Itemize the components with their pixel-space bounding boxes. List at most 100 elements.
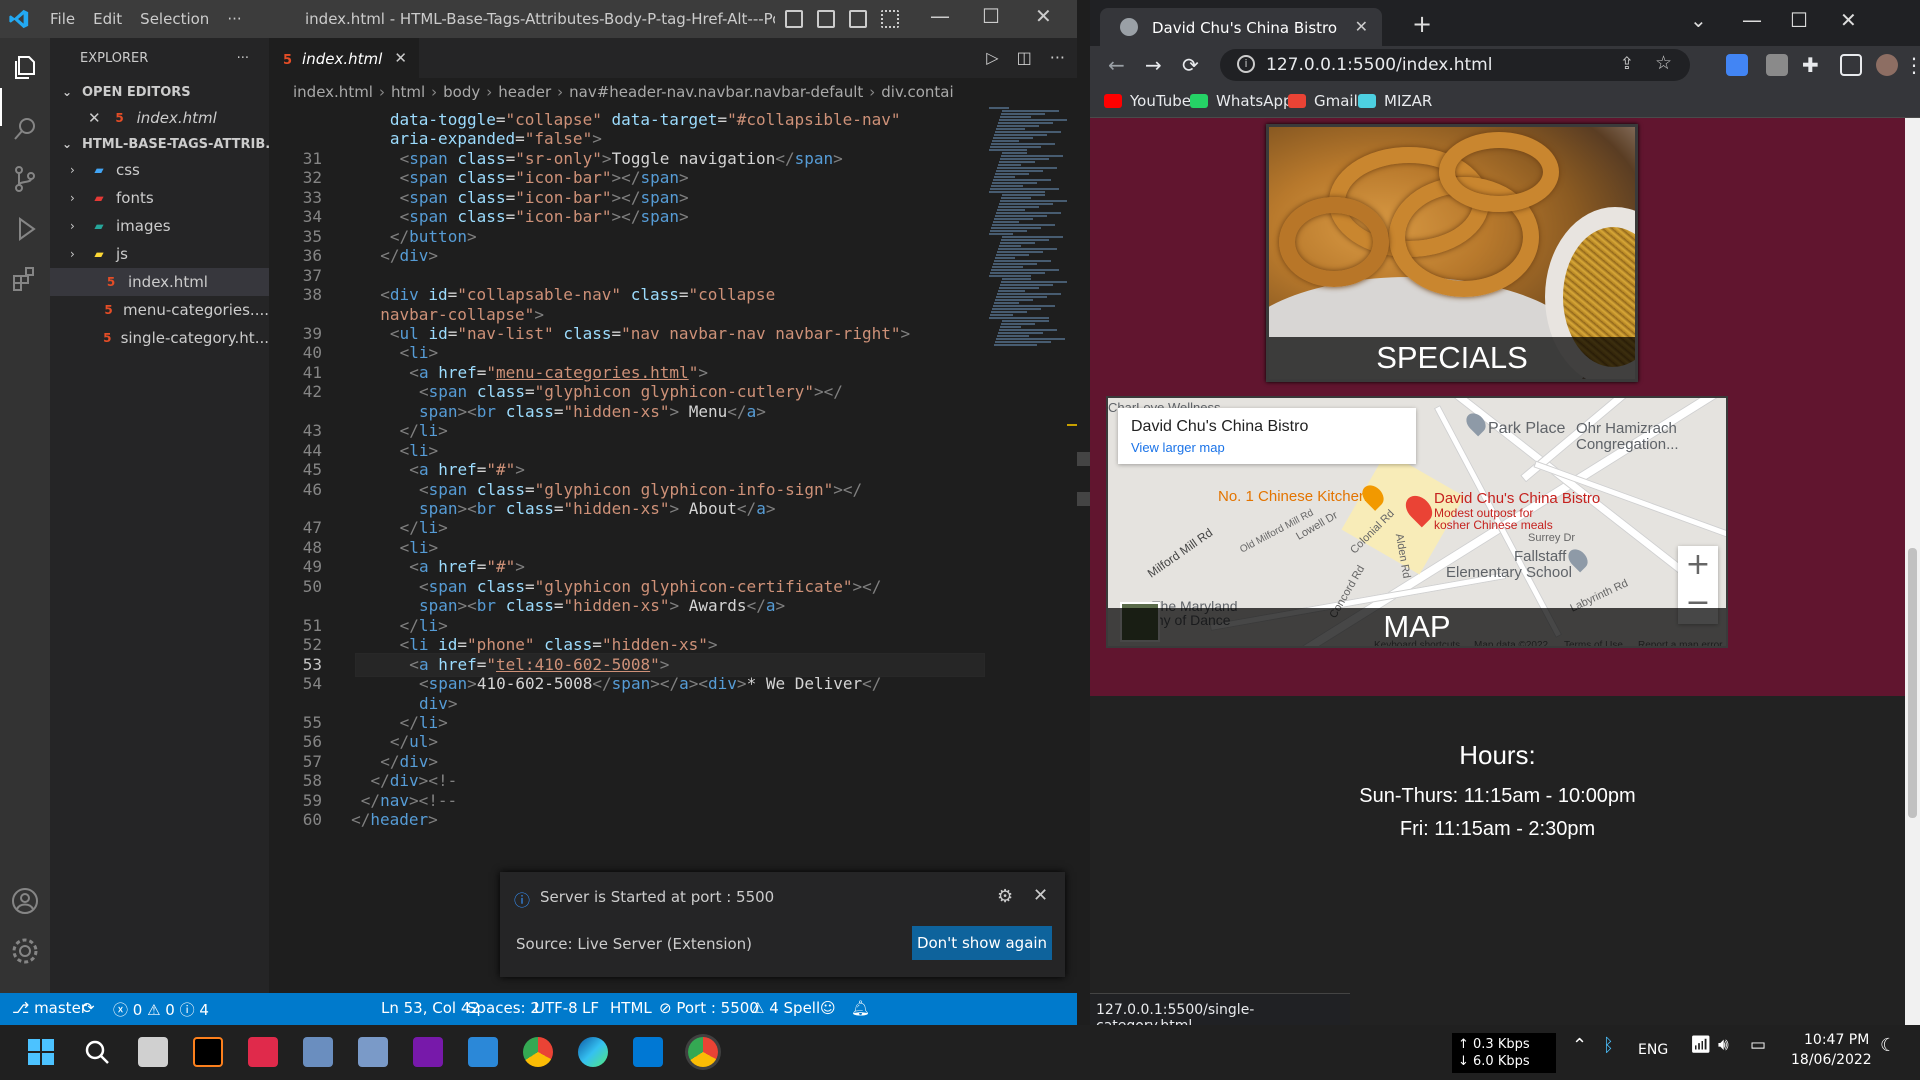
dont-show-again-button[interactable]: Don't show again	[912, 926, 1052, 960]
site-info-icon[interactable]: i	[1237, 55, 1255, 73]
bookmark-whatsapp[interactable]: WhatsApp	[1190, 92, 1293, 110]
extension-icon[interactable]	[1766, 54, 1788, 76]
minimize-icon[interactable]: —	[1742, 8, 1762, 32]
notepad-icon[interactable]	[468, 1037, 498, 1067]
code-editor[interactable]: data-toggle="collapse" data-target="#col…	[269, 106, 1077, 993]
vscode-taskbar-icon[interactable]	[633, 1037, 663, 1067]
show-hidden-icons-icon[interactable]: ⌃	[1572, 1035, 1587, 1056]
wifi-icon[interactable]: 📶︎	[1690, 1035, 1712, 1055]
onenote-icon[interactable]	[413, 1037, 443, 1067]
reload-icon[interactable]: ⟳	[1182, 53, 1199, 77]
run-debug-icon[interactable]	[10, 214, 40, 244]
extensions-puzzle-icon[interactable]: ✚	[1802, 53, 1819, 77]
maximize-icon[interactable]: ☐	[982, 4, 1000, 28]
new-tab-icon[interactable]: +	[1412, 10, 1432, 38]
search-icon[interactable]	[82, 1037, 112, 1067]
project-section[interactable]: ⌄ HTML-BASE-TAGS-ATTRIB...	[50, 132, 269, 156]
browser-tab[interactable]: David Chu's China Bistro ✕	[1100, 8, 1382, 46]
extensions-icon[interactable]	[10, 264, 40, 294]
search-icon[interactable]	[10, 114, 40, 144]
source-control-icon[interactable]	[10, 164, 40, 194]
encoding-status[interactable]: UTF-8	[534, 999, 578, 1017]
bookmark-star-icon[interactable]: ☆	[1655, 52, 1672, 74]
menu-dots-icon[interactable]: ⋮	[1904, 53, 1920, 77]
cursor-position[interactable]: Ln 53, Col 42	[381, 999, 480, 1017]
notification-center-icon[interactable]: ☾	[1880, 1035, 1896, 1056]
feedback-icon[interactable]: ☺	[820, 999, 836, 1017]
clock-time[interactable]: 10:47 PM	[1804, 1032, 1869, 1048]
minimap[interactable]	[989, 106, 1067, 406]
battery-icon[interactable]: ▭	[1750, 1035, 1766, 1055]
file-tree-item[interactable]: 5 index.html	[50, 268, 269, 296]
close-icon[interactable]: ✕	[1033, 885, 1048, 906]
open-editor-item[interactable]: ✕ 5 index.html	[50, 104, 269, 132]
menu-more[interactable]: ···	[227, 10, 241, 28]
explorer-icon[interactable]	[10, 52, 40, 82]
scrollbar-thumb[interactable]	[1908, 548, 1917, 818]
close-tab-icon[interactable]: ✕	[394, 49, 407, 67]
bookmark-mizar[interactable]: MIZAR	[1358, 92, 1432, 110]
notifications-bell-icon[interactable]: 🔔︎	[851, 999, 870, 1017]
customize-layout-icon[interactable]	[881, 10, 899, 28]
back-icon[interactable]: ←	[1108, 53, 1125, 77]
page-scrollbar[interactable]	[1905, 118, 1920, 1025]
close-window-icon[interactable]: ✕	[1840, 8, 1857, 32]
close-icon[interactable]: ✕	[88, 104, 101, 132]
language-indicator[interactable]: ENG	[1638, 1042, 1668, 1058]
side-panel-icon[interactable]	[1840, 54, 1862, 76]
forward-icon[interactable]: →	[1145, 53, 1162, 77]
minimize-icon[interactable]: —	[930, 4, 950, 28]
windows-start-icon[interactable]	[26, 1037, 56, 1067]
edge-icon[interactable]	[578, 1037, 608, 1067]
open-editors-section[interactable]: ⌄ OPEN EDITORS	[50, 80, 269, 104]
split-editor-icon[interactable]: ◫	[1017, 48, 1032, 67]
problems-status[interactable]: ⓧ 0 ⚠ 0 ⓘ 4	[113, 999, 209, 1020]
run-icon[interactable]: ▷	[986, 48, 998, 67]
breadcrumb-item[interactable]: html	[391, 83, 425, 101]
split-gutter[interactable]	[1077, 0, 1090, 1025]
close-window-icon[interactable]: ✕	[1035, 4, 1052, 28]
eol-status[interactable]: LF	[582, 999, 599, 1017]
tab-index-html[interactable]: 5 index.html ✕	[269, 38, 419, 78]
bookmark-youtube[interactable]: YouTube	[1104, 92, 1191, 110]
live-server-port[interactable]: ⊘ Port : 5500	[659, 999, 759, 1017]
menu-edit[interactable]: Edit	[93, 10, 122, 28]
specials-tile[interactable]: SPECIALS	[1266, 124, 1638, 382]
view-larger-map-link[interactable]: View larger map	[1131, 440, 1225, 455]
file-tree-item[interactable]: › ▰ fonts	[50, 184, 269, 212]
google-translate-icon[interactable]	[1726, 54, 1748, 76]
language-status[interactable]: HTML	[610, 999, 652, 1017]
bookmark-gmail[interactable]: Gmail	[1288, 92, 1358, 110]
remote-desktop-icon[interactable]	[358, 1037, 388, 1067]
breadcrumb-item[interactable]: body	[443, 83, 480, 101]
branch-status[interactable]: ⎇ master	[12, 999, 87, 1017]
breadcrumb-item[interactable]: index.html	[293, 83, 373, 101]
more-actions-icon[interactable]: ···	[1050, 48, 1065, 67]
accounts-icon[interactable]	[10, 886, 40, 916]
zoom-in-button[interactable]: +	[1678, 546, 1718, 584]
breadcrumb-item[interactable]: nav#header-nav.navbar.navbar-default	[569, 83, 863, 101]
photos-icon[interactable]	[303, 1037, 333, 1067]
chrome-active-icon[interactable]	[688, 1037, 718, 1067]
address-bar[interactable]: i 127.0.0.1:5500/index.html ⇪ ☆	[1220, 49, 1690, 81]
close-tab-icon[interactable]: ✕	[1355, 17, 1368, 36]
toggle-sidebar-icon[interactable]	[785, 10, 803, 28]
share-icon[interactable]: ⇪	[1620, 54, 1634, 74]
file-tree-item[interactable]: › ▰ js	[50, 240, 269, 268]
tab-search-icon[interactable]: ⌄	[1690, 8, 1707, 32]
sync-icon[interactable]: ⟳	[82, 999, 95, 1017]
file-tree-item[interactable]: 5 single-category.ht...	[50, 324, 269, 352]
file-tree-item[interactable]: › ▰ images	[50, 212, 269, 240]
menu-file[interactable]: File	[50, 10, 75, 28]
spell-status[interactable]: ⚠ 4 Spell	[751, 999, 820, 1017]
bluetooth-icon[interactable]: ᛒ	[1603, 1035, 1614, 1056]
intellij-icon[interactable]	[193, 1037, 223, 1067]
chrome-icon[interactable]	[523, 1037, 553, 1067]
task-view-icon[interactable]	[138, 1037, 168, 1067]
indentation-status[interactable]: Spaces: 2	[467, 999, 540, 1017]
gear-icon[interactable]: ⚙	[997, 886, 1013, 907]
menu-selection[interactable]: Selection	[140, 10, 209, 28]
file-tree-item[interactable]: 5 menu-categories....	[50, 296, 269, 324]
map-tile[interactable]: Park Place Ohr Hamizrach Congregation... No…	[1106, 396, 1728, 648]
profile-avatar[interactable]	[1876, 54, 1898, 76]
